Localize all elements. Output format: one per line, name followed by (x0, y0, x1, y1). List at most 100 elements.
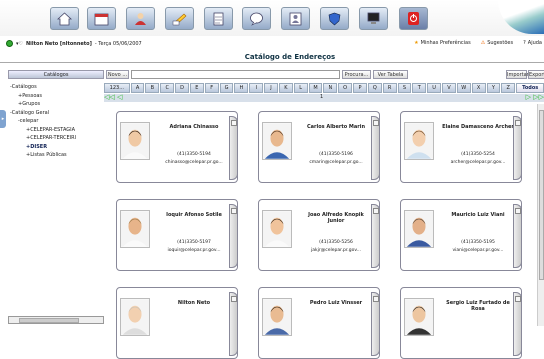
contact-email[interactable]: cmarin@celepar.pr.go... (299, 160, 373, 165)
letter-filter-z[interactable]: Z (501, 83, 516, 93)
card-side-tab[interactable] (371, 204, 380, 268)
contact-card[interactable]: Carlos Alberto Marin (41)3350-5196 cmarin@… (258, 111, 380, 183)
card-action-icon[interactable] (231, 208, 237, 214)
contact-email[interactable]: chinasso@celepar.pr.go... (157, 160, 231, 165)
card-side-tab[interactable] (229, 292, 238, 356)
card-side-tab[interactable] (513, 292, 522, 356)
letter-filter-m[interactable]: M (308, 83, 323, 93)
letter-filter-i[interactable]: I (249, 83, 264, 93)
letter-filter-o[interactable]: O (338, 83, 353, 93)
letter-filter-b[interactable]: B (145, 83, 160, 93)
letter-filter-n[interactable]: N (323, 83, 338, 93)
chat-icon[interactable] (242, 7, 271, 30)
tree-item-pessoas[interactable]: +Pessoas (8, 92, 104, 101)
contact-card[interactable]: Nilton Neto (116, 287, 238, 359)
messages-icon[interactable] (165, 7, 194, 30)
content-vertical-scrollbar[interactable] (537, 104, 544, 326)
card-side-tab[interactable] (513, 116, 522, 180)
card-side-tab[interactable] (371, 116, 380, 180)
help-link[interactable]: ? Ajuda (523, 40, 542, 46)
letter-filter-w[interactable]: W (456, 83, 471, 93)
letter-filter-h[interactable]: H (234, 83, 249, 93)
letter-filter-g[interactable]: G (219, 83, 234, 93)
contact-email[interactable]: ioquir@celepar.pr.gov... (157, 248, 231, 253)
letter-filter-todos[interactable]: Todos (516, 83, 544, 93)
letter-filter-v[interactable]: V (442, 83, 456, 93)
contact-email[interactable]: viani@celepar.pr.gov... (441, 248, 515, 253)
contact-phone: (41)3350-5254 (461, 152, 495, 157)
card-action-icon[interactable] (515, 120, 521, 126)
contact-card[interactable]: Mauricio Luiz Viani (41)3350-5195 viani@ce… (400, 199, 522, 271)
logout-icon[interactable] (399, 7, 428, 30)
letter-filter-d[interactable]: D (175, 83, 189, 93)
preferences-link[interactable]: ★ Minhas Preferências (414, 40, 471, 46)
tasks-icon[interactable] (204, 7, 233, 30)
tree-item-listas-publicas[interactable]: +Listas Públicas (8, 151, 104, 160)
view-table-button[interactable]: Ver Tabela (373, 70, 408, 79)
computer-icon[interactable] (359, 7, 388, 30)
contact-card[interactable]: Sergio Luiz Furtado de Rosa (400, 287, 522, 359)
letter-filter-y[interactable]: Y (486, 83, 501, 93)
tree-item-celepar[interactable]: -celepar (8, 117, 104, 126)
card-side-tab[interactable] (371, 292, 380, 356)
letter-filter-e[interactable]: E (189, 83, 204, 93)
address-book-icon[interactable] (281, 7, 310, 30)
letter-filter-q[interactable]: Q (367, 83, 382, 93)
new-contact-button[interactable]: Novo ... (106, 70, 129, 79)
card-action-icon[interactable] (515, 296, 521, 302)
contact-email[interactable]: archer@celepar.pr.gov... (441, 160, 515, 165)
contact-cards-grid: Adriana Chinasso (41)3350-5194 chinasso@ce… (104, 104, 536, 359)
home-icon[interactable] (50, 7, 79, 30)
contacts-icon[interactable] (126, 7, 155, 30)
card-action-icon[interactable] (373, 296, 379, 302)
user-menu-chevron-icon[interactable]: ▾♡ (16, 41, 23, 47)
search-button[interactable]: Procura... (342, 70, 371, 79)
contact-card[interactable]: Joao Alfredo Knopik Junior (41)3350-5256 j… (258, 199, 380, 271)
contact-phone: (41)3350-5196 (319, 152, 353, 157)
card-action-icon[interactable] (231, 120, 237, 126)
card-action-icon[interactable] (231, 296, 237, 302)
previous-page-icon[interactable]: ◁◁ ◁ (104, 94, 122, 101)
card-action-icon[interactable] (373, 208, 379, 214)
contact-card[interactable]: Ioquir Afonso Sotile (41)3350-5197 ioquir@… (116, 199, 238, 271)
card-action-icon[interactable] (515, 208, 521, 214)
letter-filter-r[interactable]: R (382, 83, 397, 93)
calendar-icon[interactable] (87, 7, 116, 30)
contact-card[interactable]: Pedro Luiz Vinsser (258, 287, 380, 359)
letter-filter-k[interactable]: K (278, 83, 293, 93)
card-side-tab[interactable] (513, 204, 522, 268)
card-side-tab[interactable] (229, 204, 238, 268)
contact-email[interactable]: jakjr@celepar.pr.gov... (299, 248, 373, 253)
tree-item-diser[interactable]: +DISER (8, 143, 104, 152)
tree-item-celepar-estagia[interactable]: +CELEPAR-ESTAGIA (8, 126, 104, 135)
sidebar-horizontal-scrollbar[interactable] (8, 316, 104, 324)
letter-filter-f[interactable]: F (204, 83, 219, 93)
next-page-icon[interactable]: ▷ ▷▷ (526, 94, 544, 101)
tree-item-celepar-terceiri[interactable]: +CELEPAR-TERCEIRI (8, 134, 104, 143)
tree-item-catalogo-geral[interactable]: -Catálogo Geral (8, 109, 104, 118)
suggestions-link[interactable]: ⚠ Sugestões (481, 40, 513, 46)
contact-card[interactable]: Elaine Damasceno Archer (41)3350-5254 arch… (400, 111, 522, 183)
letter-filter-u[interactable]: U (427, 83, 442, 93)
scrollbar-thumb[interactable] (19, 318, 79, 323)
card-action-icon[interactable] (373, 120, 379, 126)
import-button[interactable]: Importar (506, 70, 529, 79)
shield-icon[interactable] (320, 7, 349, 30)
tree-item-grupos[interactable]: +Grupos (8, 100, 104, 109)
letter-filter-c[interactable]: C (160, 83, 175, 93)
card-side-tab[interactable] (229, 116, 238, 180)
letter-filter-numbers[interactable]: 123... (104, 83, 130, 93)
scrollbar-thumb[interactable] (539, 110, 544, 280)
letter-filter-j[interactable]: J (264, 83, 278, 93)
letter-filter-t[interactable]: T (412, 83, 427, 93)
letter-filter-a[interactable]: A (130, 83, 145, 93)
search-input[interactable] (131, 70, 340, 79)
export-button[interactable]: Exportar (528, 70, 544, 79)
contact-card[interactable]: Adriana Chinasso (41)3350-5194 chinasso@ce… (116, 111, 238, 183)
tree-item-catalogos[interactable]: -Catálogos (8, 83, 104, 92)
collapse-sidebar-button[interactable]: ▸ (0, 110, 6, 128)
letter-filter-x[interactable]: X (471, 83, 486, 93)
letter-filter-s[interactable]: S (397, 83, 412, 93)
letter-filter-p[interactable]: P (353, 83, 367, 93)
letter-filter-l[interactable]: L (293, 83, 308, 93)
